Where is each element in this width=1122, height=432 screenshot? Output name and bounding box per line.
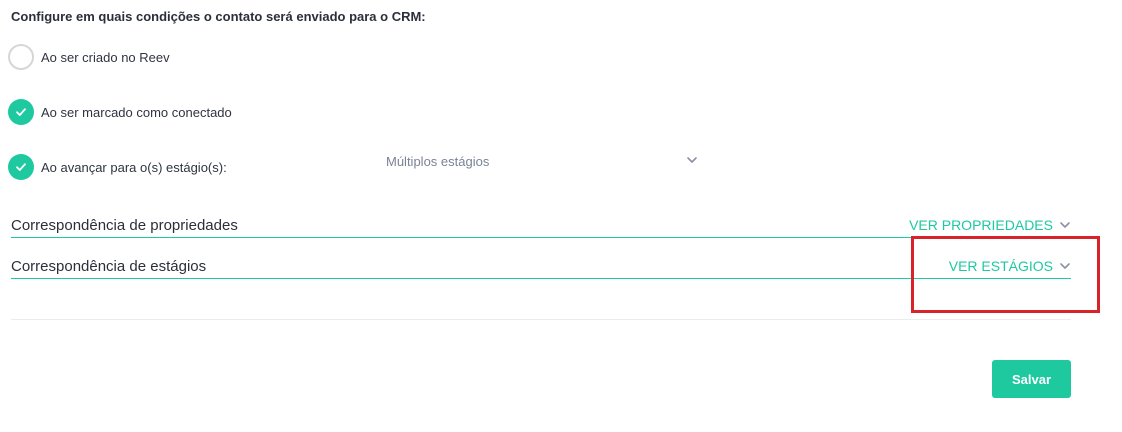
chevron-down-icon [1060, 222, 1070, 228]
view-properties-button[interactable]: VER PROPRIEDADES [909, 217, 1071, 233]
highlight-annotation-box [911, 236, 1100, 313]
option-label: Ao ser marcado como conectado [41, 104, 232, 120]
properties-mapping-label: Correspondência de propriedades [11, 217, 238, 234]
option-label: Ao ser criado no Reev [41, 49, 170, 65]
properties-mapping-row: Correspondência de propriedades VER PROP… [11, 217, 1071, 238]
radio-checked[interactable] [8, 154, 34, 180]
chevron-down-icon [687, 157, 697, 163]
save-button[interactable]: Salvar [992, 360, 1071, 398]
option-created-in-reev[interactable]: Ao ser criado no Reev [8, 44, 170, 70]
view-properties-label: VER PROPRIEDADES [909, 217, 1053, 233]
stages-mapping-label: Correspondência de estágios [11, 258, 207, 275]
radio-checked[interactable] [8, 99, 34, 125]
stage-select[interactable]: Múltiplos estágios [386, 150, 698, 172]
check-icon [16, 163, 26, 171]
option-label: Ao avançar para o(s) estágio(s): [41, 159, 227, 175]
page-heading: Configure em quais condições o contato s… [11, 9, 426, 24]
option-marked-connected[interactable]: Ao ser marcado como conectado [8, 99, 232, 125]
option-advance-stages[interactable]: Ao avançar para o(s) estágio(s): [8, 154, 227, 180]
stage-select-value: Múltiplos estágios [386, 153, 490, 169]
radio-unchecked[interactable] [8, 44, 34, 70]
check-icon [16, 108, 26, 116]
section-divider [11, 319, 1071, 320]
